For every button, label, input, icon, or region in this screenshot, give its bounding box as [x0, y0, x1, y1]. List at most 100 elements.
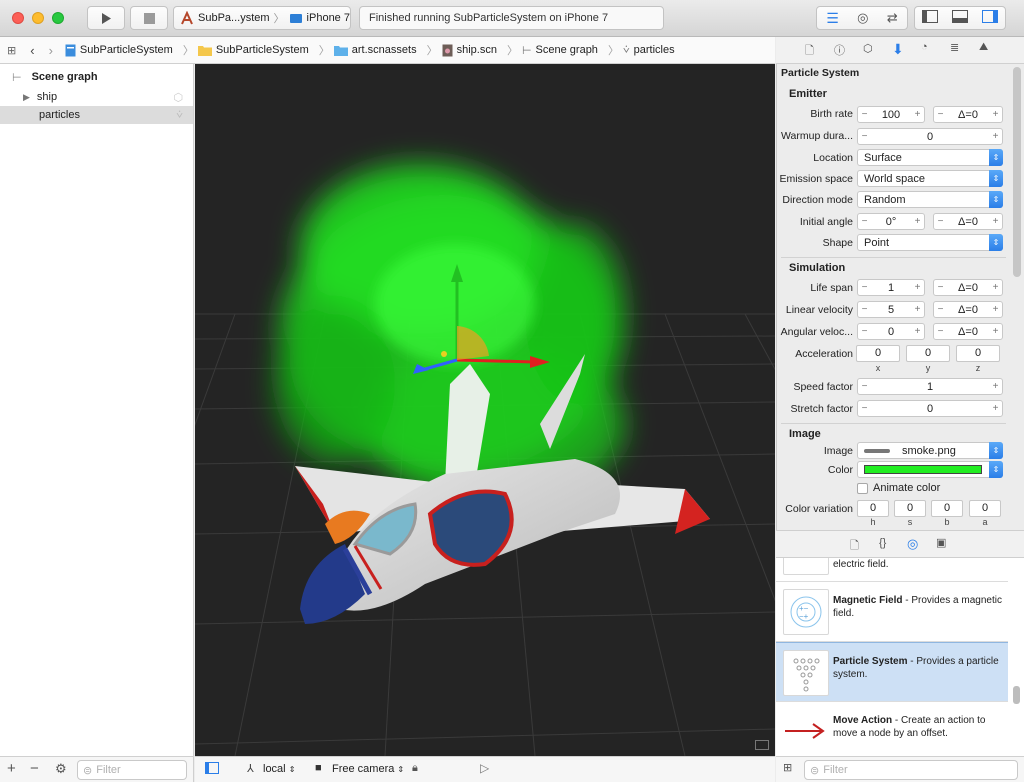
scene-viewport[interactable]: [195, 64, 775, 756]
library-item-electric-field[interactable]: electric field.: [776, 558, 1008, 582]
breadcrumb-scene-graph[interactable]: ⊢ Scene graph: [522, 44, 598, 57]
speed-factor-value[interactable]: 1: [871, 381, 989, 393]
initial-angle-value[interactable]: 0°: [871, 216, 911, 228]
scheme-selector[interactable]: SubPa...ystem 〉 iPhone 7: [173, 6, 351, 30]
direction-mode-popup[interactable]: Random ⇕: [857, 191, 1003, 208]
warmup-value[interactable]: 0: [871, 131, 989, 143]
library-filter-field[interactable]: ⊜ Filter: [804, 760, 1018, 780]
back-arrow-icon[interactable]: ‹: [30, 43, 34, 58]
grid-view-icon[interactable]: ⊞: [783, 761, 792, 774]
file-inspector-icon[interactable]: 🗋︎: [805, 42, 814, 61]
acceleration-y-field[interactable]: 0: [906, 345, 950, 362]
panel-toggle-group[interactable]: [914, 6, 1006, 30]
library-item-magnetic-field[interactable]: +− −+ Magnetic Field - Provides a magneti…: [776, 582, 1008, 642]
object-library-icon[interactable]: ◎: [907, 536, 918, 552]
outline-filter-field[interactable]: ⊜ Filter: [77, 760, 187, 780]
animate-color-checkbox[interactable]: [857, 483, 868, 494]
life-span-stepper[interactable]: −1 +: [857, 279, 925, 296]
linear-velocity-value[interactable]: 5: [871, 304, 911, 316]
node-inspector-icon[interactable]: ⬡: [863, 42, 873, 55]
library-scrollbar[interactable]: [1013, 686, 1020, 704]
editor-mode-group[interactable]: ☰ ◎ ⇄: [816, 6, 908, 30]
inspector-scrollbar[interactable]: [1013, 67, 1021, 277]
minimize-window-button[interactable]: [32, 12, 44, 24]
initial-angle-stepper[interactable]: −0° +: [857, 213, 925, 230]
forward-arrow-icon[interactable]: ›: [49, 43, 53, 58]
stretch-factor-stepper[interactable]: −0 +: [857, 400, 1003, 417]
camera-selector[interactable]: Free camera ⇕: [332, 763, 404, 775]
birth-rate-stepper[interactable]: −100 +: [857, 106, 925, 123]
remove-node-icon[interactable]: −: [30, 760, 39, 777]
scene-inspector-icon[interactable]: ⛰︎: [979, 41, 988, 54]
birth-rate-variation[interactable]: − Δ=0 +: [933, 106, 1003, 123]
close-window-button[interactable]: [12, 12, 24, 24]
image-popup[interactable]: smoke.png ⇕: [857, 442, 1003, 459]
attributes-inspector-icon[interactable]: ⬇: [892, 41, 904, 58]
run-button[interactable]: [87, 6, 125, 30]
navigator-toggle-icon[interactable]: [922, 10, 938, 26]
emission-space-popup[interactable]: World space ⇕: [857, 170, 1003, 187]
disclosure-triangle-icon[interactable]: ▶: [23, 92, 30, 103]
breadcrumb-project[interactable]: SubParticleSystem: [65, 44, 173, 57]
angular-velocity-stepper[interactable]: −0 +: [857, 323, 925, 340]
outline-item-particles[interactable]: particles ⩒: [0, 106, 193, 124]
shape-popup[interactable]: Point ⇕: [857, 234, 1003, 251]
life-span-variation[interactable]: − Δ=0 +: [933, 279, 1003, 296]
gear-icon[interactable]: ⚙: [55, 761, 67, 777]
acceleration-z-field[interactable]: 0: [956, 345, 1000, 362]
media-library-icon[interactable]: ▣: [936, 536, 946, 549]
angular-velocity-value[interactable]: 0: [871, 326, 911, 338]
variation-b-field[interactable]: 0: [931, 500, 963, 517]
linear-velocity-delta[interactable]: Δ=0: [947, 304, 989, 316]
breadcrumb-scnassets[interactable]: art.scnassets: [333, 44, 417, 56]
location-popup[interactable]: Surface ⇕: [857, 149, 1003, 166]
life-span-value[interactable]: 1: [871, 282, 911, 294]
birth-rate-delta[interactable]: Δ=0: [947, 109, 989, 121]
angular-velocity-variation[interactable]: − Δ=0 +: [933, 323, 1003, 340]
utilities-toggle-icon[interactable]: [982, 10, 998, 26]
help-inspector-icon[interactable]: ⓘ: [834, 42, 845, 58]
assistant-editor-icon[interactable]: ◎: [857, 10, 868, 26]
outline-toggle-icon[interactable]: [205, 762, 219, 777]
linear-velocity-stepper[interactable]: −5 +: [857, 301, 925, 318]
angular-velocity-delta[interactable]: Δ=0: [947, 326, 989, 338]
library-item-text: Move Action - Create an action to move a…: [833, 714, 1003, 740]
life-span-delta[interactable]: Δ=0: [947, 282, 989, 294]
physics-inspector-icon[interactable]: ≣: [950, 41, 959, 54]
breadcrumb-scene-file[interactable]: ship.scn: [442, 44, 497, 57]
transform-space-selector[interactable]: local ⇕: [263, 763, 295, 775]
linear-velocity-variation[interactable]: − Δ=0 +: [933, 301, 1003, 318]
inspector-title: Particle System: [781, 67, 860, 79]
library-item-move-action[interactable]: Move Action - Create an action to move a…: [776, 702, 1008, 756]
play-scene-icon[interactable]: ▷: [480, 761, 489, 775]
speed-factor-stepper[interactable]: −1 +: [857, 378, 1003, 395]
scene-overview-icon[interactable]: [755, 740, 769, 750]
acceleration-x-field[interactable]: 0: [856, 345, 900, 362]
axis-y-label: y: [925, 363, 931, 373]
outline-item-ship[interactable]: ▶ ship ⬡: [0, 88, 193, 106]
initial-angle-variation[interactable]: − Δ=0 +: [933, 213, 1003, 230]
stretch-factor-value[interactable]: 0: [871, 403, 989, 415]
variation-a-field[interactable]: 0: [969, 500, 1001, 517]
zoom-window-button[interactable]: [52, 12, 64, 24]
warmup-stepper[interactable]: −0 +: [857, 128, 1003, 145]
related-items-icon[interactable]: ⊞: [7, 44, 16, 57]
stop-button[interactable]: [130, 6, 168, 30]
breadcrumb-particles[interactable]: ⩒ particles: [623, 44, 675, 57]
breadcrumb-group[interactable]: SubParticleSystem: [197, 44, 309, 56]
variation-h-field[interactable]: 0: [857, 500, 889, 517]
library-item-particle-system[interactable]: Particle System - Provides a particle sy…: [776, 642, 1008, 702]
code-snippet-library-icon[interactable]: {}: [879, 537, 886, 549]
birth-rate-value[interactable]: 100: [871, 109, 911, 121]
lock-icon[interactable]: 🔒︎: [412, 762, 418, 775]
chevron-updown-icon: ⇕: [989, 461, 1003, 478]
standard-editor-icon[interactable]: ☰: [826, 10, 839, 27]
file-template-library-icon[interactable]: 🗋︎: [850, 537, 859, 556]
initial-angle-delta[interactable]: Δ=0: [947, 216, 989, 228]
material-inspector-icon[interactable]: ◔: [921, 41, 928, 53]
version-editor-icon[interactable]: ⇄: [887, 10, 898, 26]
debug-area-toggle-icon[interactable]: [952, 10, 968, 26]
color-well[interactable]: ⇕: [857, 461, 1003, 478]
variation-s-field[interactable]: 0: [894, 500, 926, 517]
add-node-icon[interactable]: +: [7, 760, 16, 777]
